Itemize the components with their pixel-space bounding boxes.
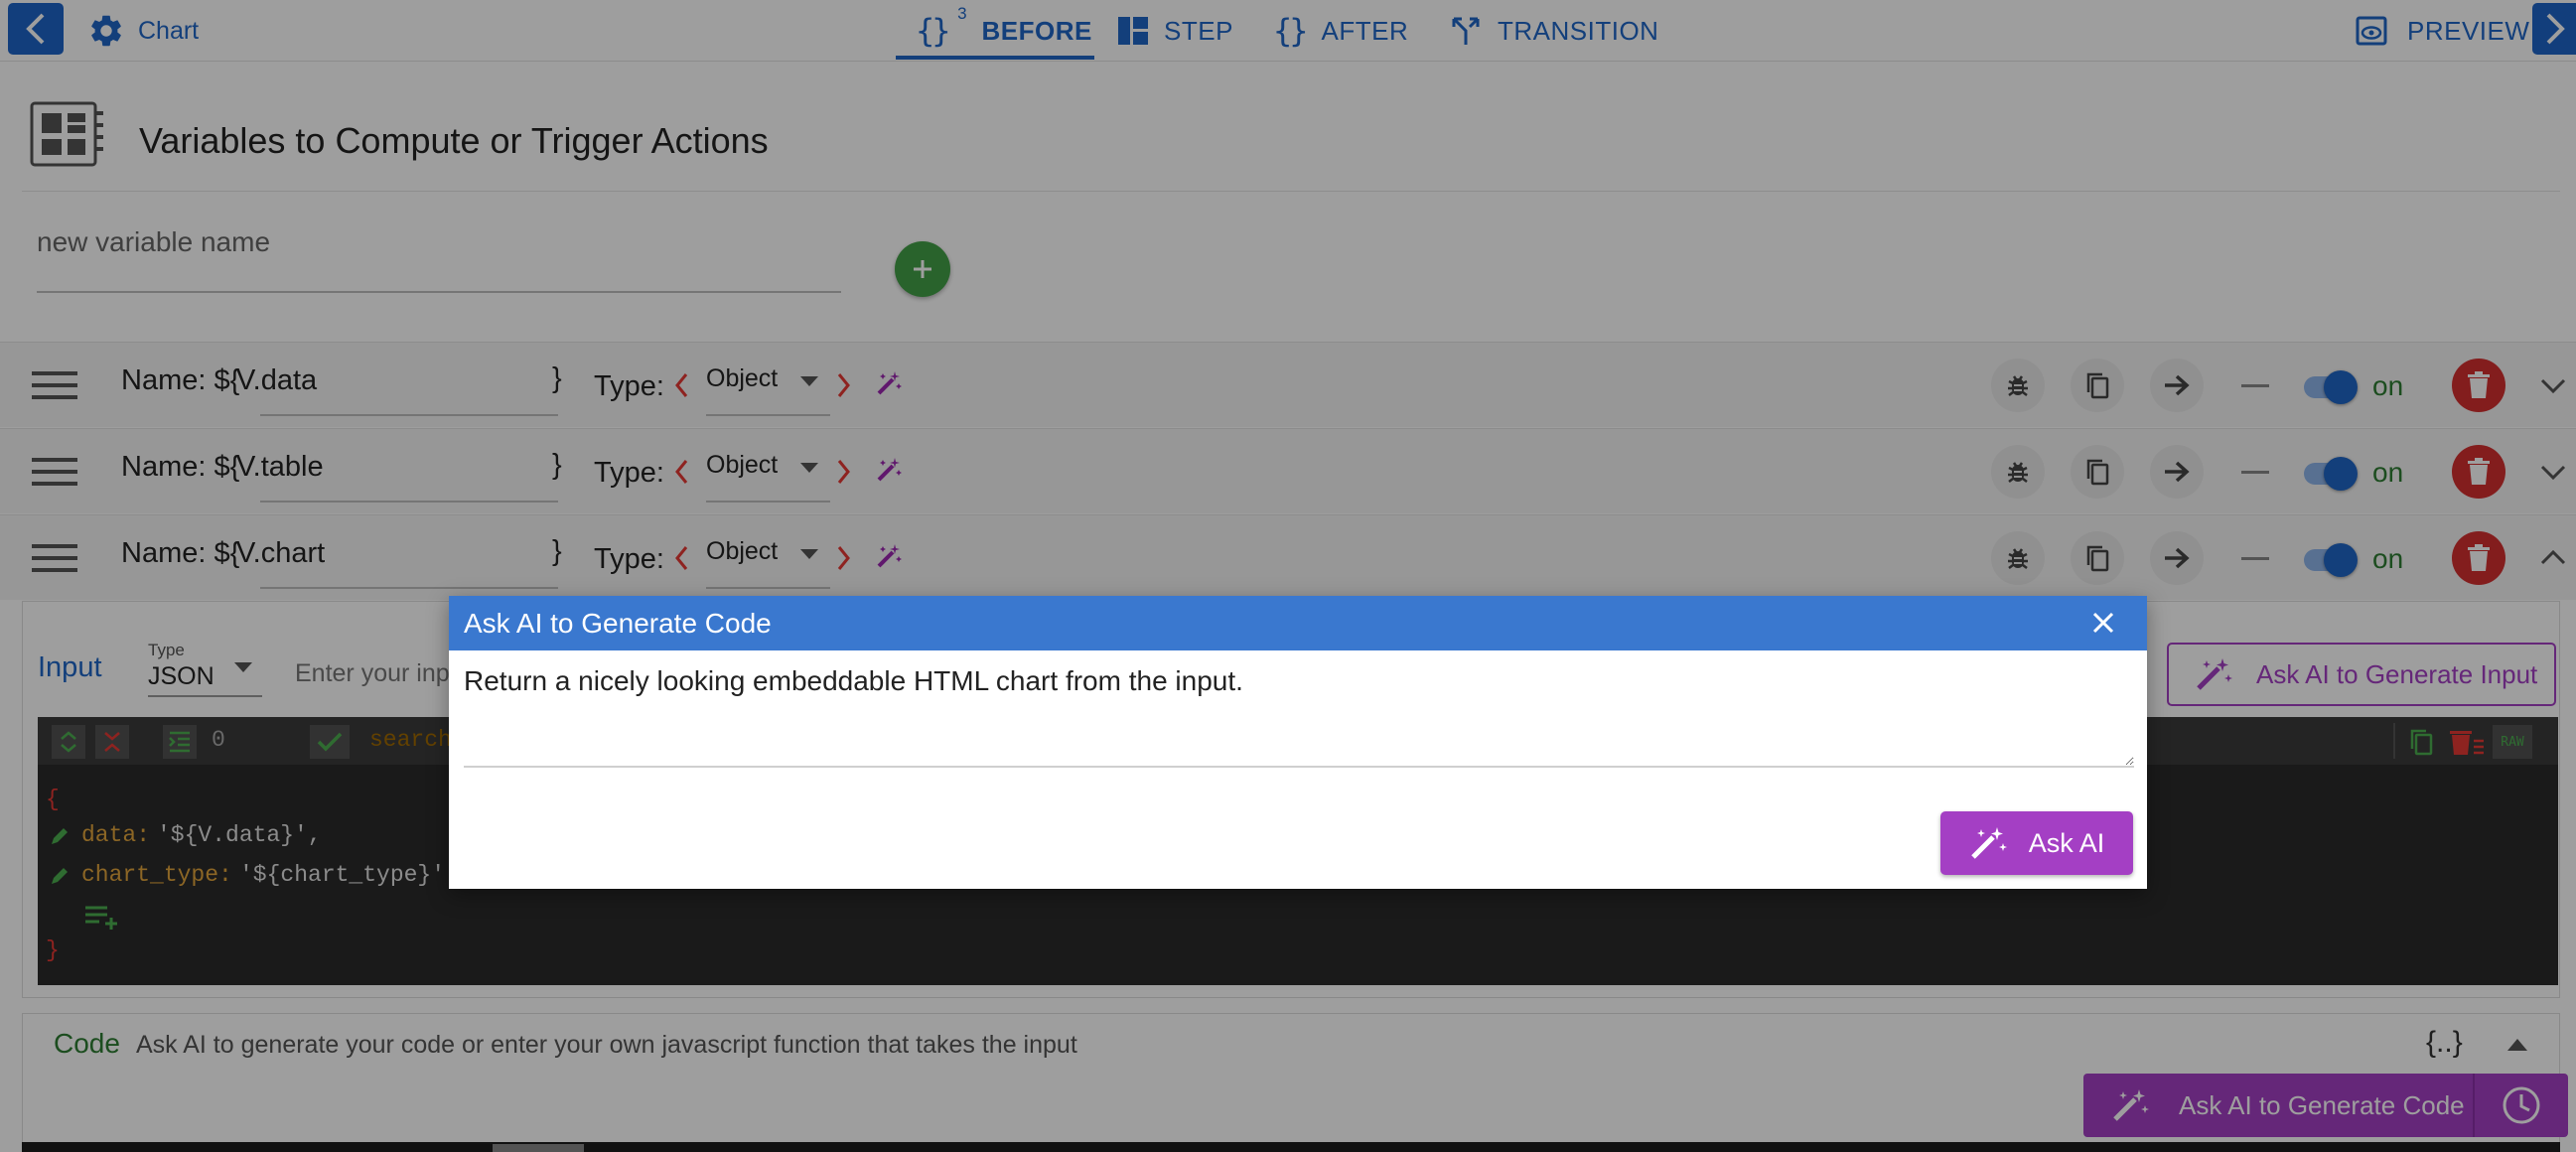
dialog-header: Ask AI to Generate Code (449, 596, 2147, 650)
close-icon[interactable] (2089, 609, 2117, 637)
dialog-title: Ask AI to Generate Code (464, 607, 772, 639)
magic-wand-icon (1970, 827, 2007, 859)
prompt-textarea[interactable] (464, 663, 2134, 768)
ask-ai-dialog: Ask AI to Generate Code Ask AI (449, 596, 2147, 889)
ask-ai-button[interactable]: Ask AI (1940, 811, 2133, 875)
modal-backdrop[interactable] (0, 0, 2576, 1152)
